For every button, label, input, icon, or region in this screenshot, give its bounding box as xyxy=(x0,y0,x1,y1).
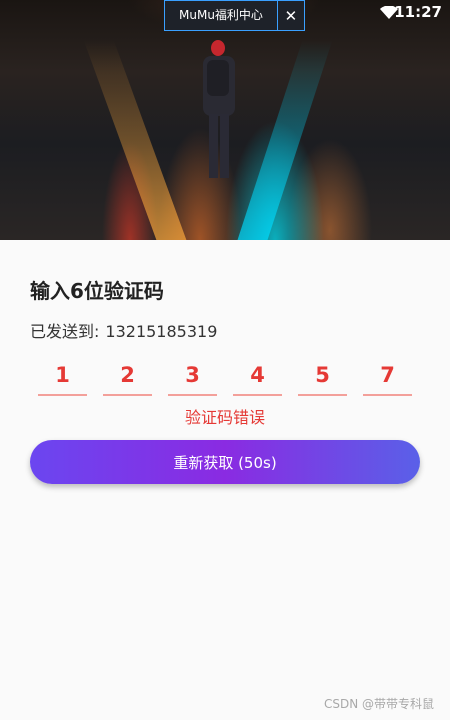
code-digit-1[interactable]: 1 xyxy=(38,362,87,396)
road-light-right xyxy=(237,40,333,240)
walking-person xyxy=(199,40,239,180)
error-message: 验证码错误 xyxy=(184,408,265,427)
hero-image xyxy=(0,0,450,240)
popup-title[interactable]: MuMu福利中心 xyxy=(165,1,277,30)
sent-label: 已发送到: xyxy=(30,322,100,341)
page-title: 输入6位验证码 xyxy=(30,279,164,303)
phone-number: 13215185319 xyxy=(105,322,218,341)
sent-to-row: 已发送到: 13215185319 xyxy=(30,318,217,342)
mumu-popup-bar: MuMu福利中心 ✕ xyxy=(164,0,305,31)
status-time: 11:27 xyxy=(394,3,442,21)
code-digit-4[interactable]: 4 xyxy=(233,362,282,396)
code-digit-3[interactable]: 3 xyxy=(168,362,217,396)
code-digit-5[interactable]: 5 xyxy=(298,362,347,396)
road-light-left xyxy=(83,40,187,240)
watermark: CSDN @带带专科鼠 xyxy=(323,697,434,711)
code-digit-6[interactable]: 7 xyxy=(363,362,412,396)
code-digit-2[interactable]: 2 xyxy=(103,362,152,396)
resend-button[interactable]: 重新获取 (50s) xyxy=(30,440,420,484)
close-icon[interactable]: ✕ xyxy=(276,1,304,30)
code-input-row[interactable]: 1 2 3 4 5 7 xyxy=(38,362,412,396)
